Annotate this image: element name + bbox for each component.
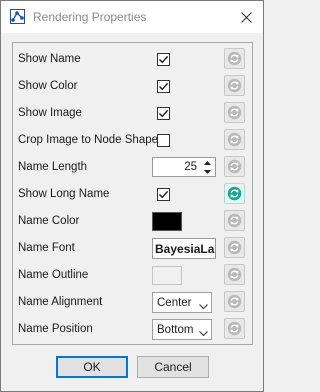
- refresh-icon: [227, 51, 242, 66]
- chevron-down-icon: [199, 327, 208, 339]
- chevron-down-icon: [199, 300, 208, 312]
- rendering-properties-dialog: Rendering Properties Show Name Show Color…: [0, 0, 264, 392]
- property-label-name-length: Name Length: [18, 161, 88, 173]
- cancel-button[interactable]: Cancel: [137, 356, 209, 378]
- property-row-show-name: Show Name: [13, 46, 252, 73]
- name-length-reset-button[interactable]: [224, 156, 245, 177]
- property-label-show-image: Show Image: [18, 107, 82, 119]
- show-image-checkbox[interactable]: [157, 107, 170, 120]
- refresh-icon: [227, 159, 242, 174]
- close-icon: [240, 11, 252, 23]
- graph-node-icon: [10, 9, 25, 24]
- property-label-name-alignment: Name Alignment: [18, 296, 103, 308]
- show-long-name-reset-button[interactable]: [224, 183, 245, 204]
- show-image-reset-button[interactable]: [224, 102, 245, 123]
- check-icon: [159, 190, 169, 199]
- name-outline-reset-button[interactable]: [224, 264, 245, 285]
- show-color-checkbox[interactable]: [157, 80, 170, 93]
- refresh-icon: [227, 105, 242, 120]
- name-color-reset-button[interactable]: [224, 210, 245, 231]
- property-row-name-alignment: Name Alignment Center: [13, 289, 252, 316]
- name-length-spinner[interactable]: 25: [152, 157, 216, 177]
- property-label-name-outline: Name Outline: [18, 269, 89, 281]
- refresh-icon: [227, 240, 242, 255]
- property-row-show-long-name: Show Long Name: [13, 181, 252, 208]
- show-color-reset-button[interactable]: [224, 75, 245, 96]
- property-row-name-color: Name Color: [13, 208, 252, 235]
- refresh-icon: [227, 78, 242, 93]
- refresh-icon: [227, 267, 242, 282]
- refresh-icon: [227, 321, 242, 336]
- property-label-name-color: Name Color: [18, 215, 80, 227]
- property-row-name-position: Name Position Bottom: [13, 316, 252, 343]
- name-position-select[interactable]: Bottom: [152, 319, 212, 340]
- title-bar: Rendering Properties: [1, 1, 263, 33]
- property-label-show-long-name: Show Long Name: [18, 188, 110, 200]
- refresh-icon: [227, 294, 242, 309]
- show-name-reset-button[interactable]: [224, 48, 245, 69]
- window-title: Rendering Properties: [33, 10, 147, 24]
- spin-down-arrow-icon[interactable]: [200, 168, 214, 176]
- property-row-crop-image-to-node-shape: Crop Image to Node Shape: [13, 127, 252, 154]
- refresh-icon: [227, 132, 242, 147]
- name-color-swatch[interactable]: [152, 212, 182, 231]
- select-value: Bottom: [157, 324, 194, 336]
- property-row-show-color: Show Color: [13, 73, 252, 100]
- refresh-icon: [227, 186, 242, 201]
- property-row-name-length: Name Length 25: [13, 154, 252, 181]
- spinner-value: 25: [184, 161, 197, 173]
- property-label-show-name: Show Name: [18, 53, 81, 65]
- select-value: Center: [157, 297, 192, 309]
- name-position-reset-button[interactable]: [224, 318, 245, 339]
- show-name-checkbox[interactable]: [157, 53, 170, 66]
- name-alignment-select[interactable]: Center: [152, 292, 212, 313]
- close-button[interactable]: [233, 5, 259, 29]
- crop-image-to-node-shape-reset-button[interactable]: [224, 129, 245, 150]
- check-icon: [159, 109, 169, 118]
- show-long-name-checkbox[interactable]: [157, 188, 170, 201]
- property-row-show-image: Show Image: [13, 100, 252, 127]
- check-icon: [159, 55, 169, 64]
- spin-up-arrow-icon[interactable]: [200, 159, 214, 167]
- name-font-reset-button[interactable]: [224, 237, 245, 258]
- crop-image-to-node-shape-checkbox[interactable]: [157, 134, 170, 147]
- property-label-name-position: Name Position: [18, 323, 93, 335]
- name-outline-swatch[interactable]: [152, 266, 182, 285]
- property-label-name-font: Name Font: [18, 242, 75, 254]
- property-row-name-font: Name Font BayesiaLab: [13, 235, 252, 262]
- properties-panel: Show Name Show Color Show Image Crop Image …: [12, 42, 253, 345]
- refresh-icon: [227, 213, 242, 228]
- name-alignment-reset-button[interactable]: [224, 291, 245, 312]
- ok-button[interactable]: OK: [56, 356, 128, 378]
- name-font-button[interactable]: BayesiaLab: [152, 238, 216, 259]
- property-label-crop-image-to-node-shape: Crop Image to Node Shape: [18, 134, 159, 146]
- property-row-name-outline: Name Outline: [13, 262, 252, 289]
- check-icon: [159, 82, 169, 91]
- property-label-show-color: Show Color: [18, 80, 78, 92]
